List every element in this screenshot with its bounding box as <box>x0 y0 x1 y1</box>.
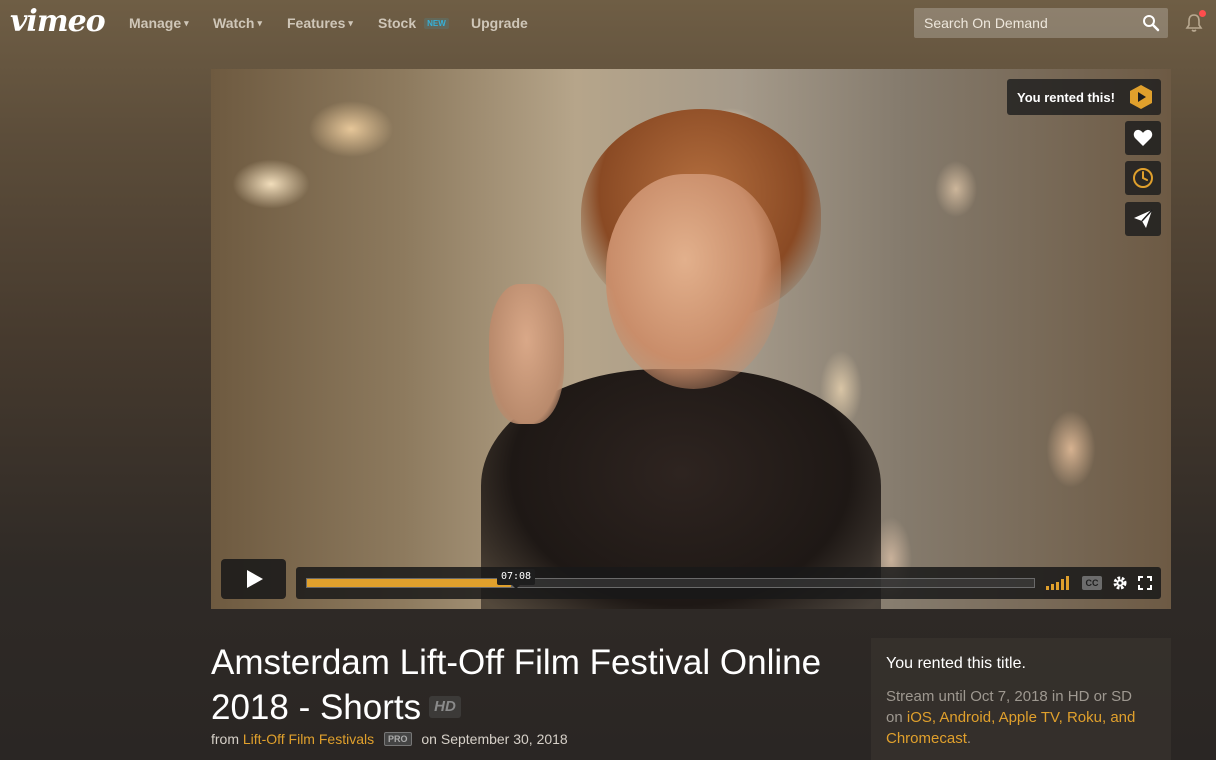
control-bar: 07:08 CC <box>296 567 1161 599</box>
nav-manage-label: Manage <box>129 15 182 31</box>
byline: from Lift-Off Film Festivals PRO on Sept… <box>211 731 568 747</box>
volume-icon[interactable] <box>1046 576 1070 590</box>
fullscreen-icon[interactable] <box>1138 576 1152 590</box>
rented-chip-label: You rented this! <box>1017 89 1115 105</box>
nav-watch-label: Watch <box>213 15 255 31</box>
like-button[interactable] <box>1125 121 1161 155</box>
rental-stream-text: Stream until Oct 7, 2018 in HD or SD <box>886 688 1132 705</box>
nav-features-label: Features <box>287 15 346 31</box>
vimeo-logo[interactable]: vimeo <box>10 4 106 39</box>
rental-end: . <box>966 730 972 747</box>
video-frame-face <box>606 174 781 389</box>
rental-on-text: on <box>886 709 903 726</box>
new-badge: NEW <box>424 18 449 29</box>
share-button[interactable] <box>1125 202 1161 236</box>
send-icon <box>1134 209 1153 228</box>
progress-bar[interactable]: 07:08 <box>306 569 1035 589</box>
time-tooltip: 07:08 <box>497 569 535 589</box>
pro-badge: PRO <box>383 732 412 746</box>
rental-heading: You rented this title. <box>886 655 1026 672</box>
byline-from: from <box>211 731 239 747</box>
platforms-links[interactable]: iOS, Android, Apple TV, Roku, and <box>907 709 1136 726</box>
gear-icon[interactable] <box>1112 575 1128 591</box>
nav-stock[interactable]: Stock NEW <box>378 15 449 31</box>
nav-upgrade[interactable]: Upgrade <box>471 15 528 31</box>
notifications-bell[interactable] <box>1185 10 1206 33</box>
rental-info-box: You rented this title. Stream until Oct … <box>871 638 1171 760</box>
nav-upgrade-label: Upgrade <box>471 15 528 31</box>
chevron-down-icon: ▾ <box>184 18 189 28</box>
heart-icon <box>1133 129 1153 146</box>
clock-icon <box>1133 168 1153 188</box>
progress-played <box>307 579 511 587</box>
play-hex-icon <box>1130 85 1152 109</box>
play-button[interactable] <box>221 559 286 599</box>
nav-stock-label: Stock <box>378 15 417 31</box>
search-icon[interactable] <box>1142 14 1160 32</box>
captions-button[interactable]: CC <box>1082 576 1102 590</box>
video-player[interactable]: You rented this! 07:08 CC <box>211 69 1171 609</box>
video-title: Amsterdam Lift-Off Film Festival Online … <box>211 640 831 730</box>
hd-badge: HD <box>429 696 461 718</box>
chromecast-link[interactable]: Chromecast <box>886 730 967 747</box>
search-input[interactable] <box>914 8 1134 38</box>
rental-body: Stream until Oct 7, 2018 in HD or SD on … <box>886 686 1156 749</box>
rented-chip[interactable]: You rented this! <box>1007 79 1161 115</box>
channel-link[interactable]: Lift-Off Film Festivals <box>243 731 374 747</box>
chevron-down-icon: ▾ <box>348 18 353 28</box>
nav-watch[interactable]: Watch ▾ <box>213 15 262 31</box>
video-frame-hand <box>489 284 564 424</box>
nav-features[interactable]: Features ▾ <box>287 15 353 31</box>
watch-later-button[interactable] <box>1125 161 1161 195</box>
upload-date: on September 30, 2018 <box>421 731 568 747</box>
search-box <box>914 8 1168 38</box>
chevron-down-icon: ▾ <box>257 18 263 28</box>
notification-dot <box>1199 10 1206 17</box>
video-title-text: Amsterdam Lift-Off Film Festival Online … <box>211 643 822 727</box>
top-nav: vimeo Manage ▾ Watch ▾ Features ▾ Stock NEW … <box>0 0 1216 46</box>
nav-manage[interactable]: Manage ▾ <box>129 15 189 31</box>
play-icon <box>246 570 263 588</box>
